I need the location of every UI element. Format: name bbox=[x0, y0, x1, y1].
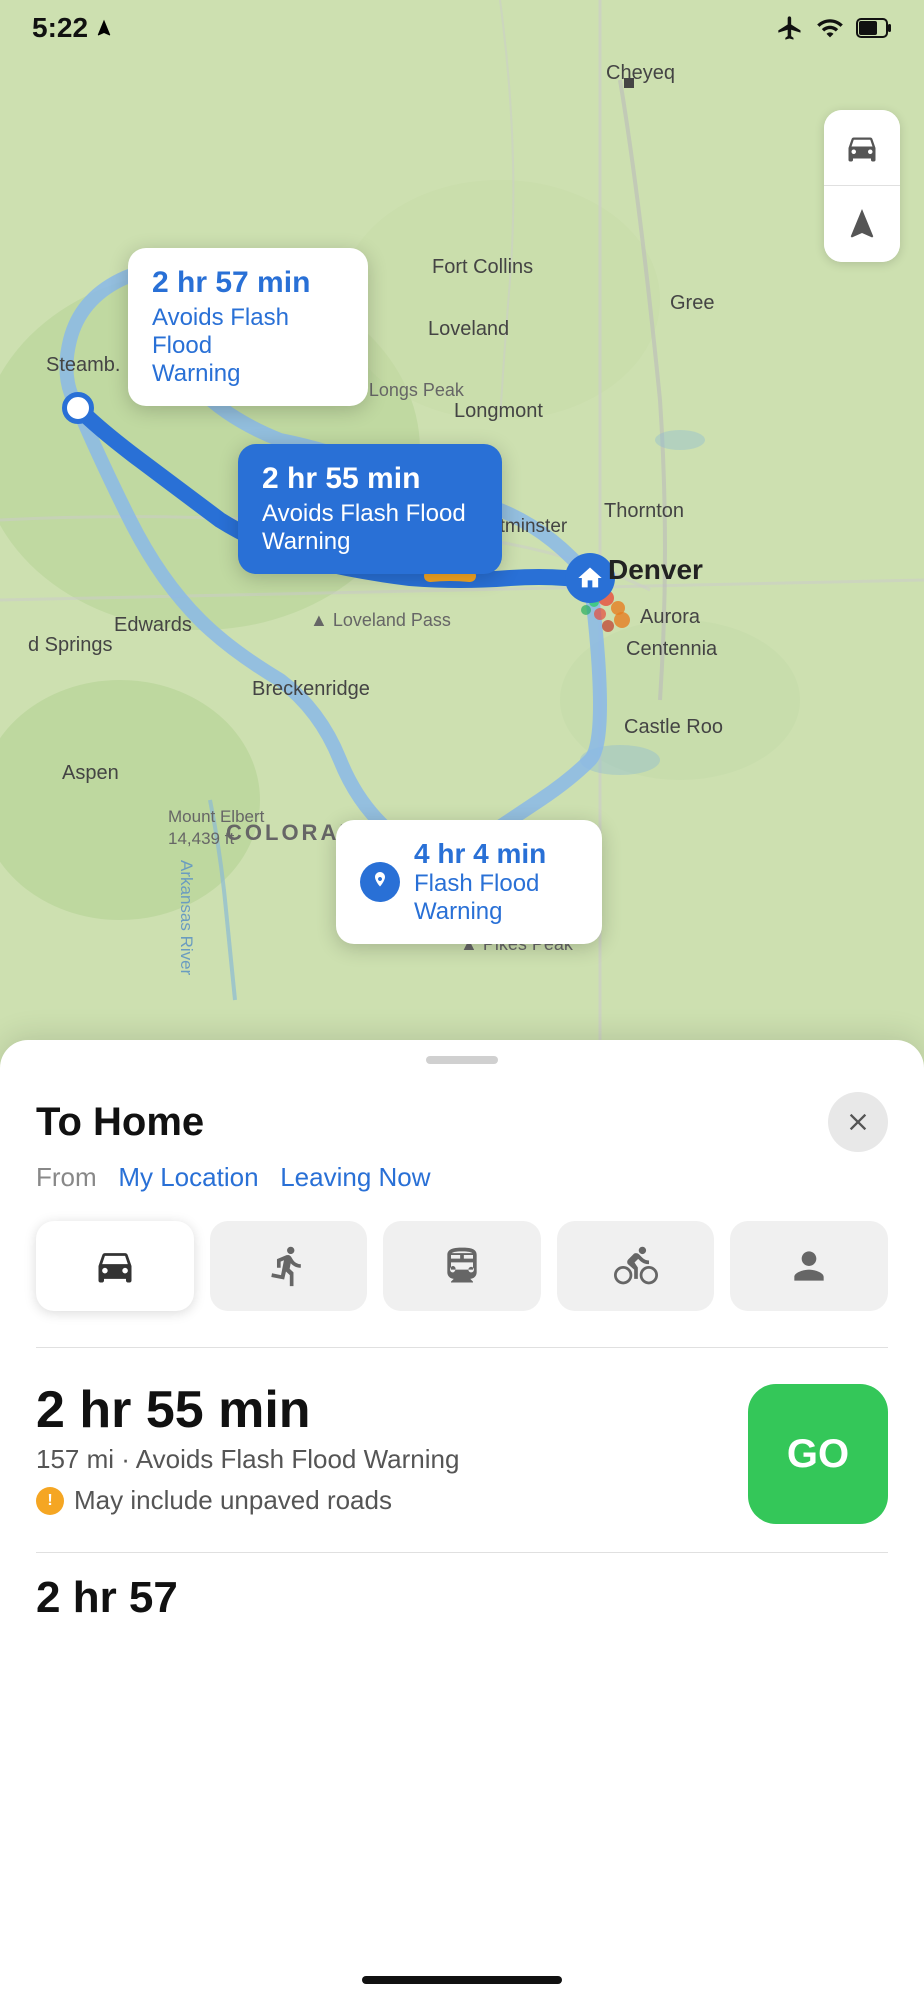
place-label-aspen: Aspen bbox=[62, 762, 119, 785]
sheet-header: To Home bbox=[36, 1092, 888, 1152]
place-label-centennial: Centennia bbox=[626, 638, 717, 661]
go-button[interactable]: GO bbox=[748, 1384, 888, 1524]
flood-icon bbox=[360, 862, 400, 902]
place-label-fortcollins: Fort Collins bbox=[432, 256, 533, 279]
alt-route: 2 hr 57 bbox=[36, 1573, 888, 1623]
home-indicator bbox=[362, 1976, 562, 1984]
place-label-lovelandpass: ▲ Loveland Pass bbox=[310, 610, 451, 631]
callout-route2[interactable]: 2 hr 55 min Avoids Flash FloodWarning bbox=[238, 444, 502, 574]
place-label-arkansas: Arkansas River bbox=[176, 860, 196, 975]
divider2 bbox=[36, 1552, 888, 1553]
map-controls bbox=[824, 110, 900, 262]
cheyenne-dot bbox=[624, 78, 634, 88]
status-bar: 5:22 bbox=[0, 0, 924, 56]
my-location-link[interactable]: My Location bbox=[118, 1162, 258, 1192]
primary-route: 2 hr 55 min 157 mi · Avoids Flash Flood … bbox=[36, 1384, 888, 1524]
sheet-title: To Home bbox=[36, 1100, 204, 1145]
airplane-icon bbox=[776, 14, 804, 42]
mode-walk-button[interactable] bbox=[210, 1221, 368, 1311]
mode-transit-button[interactable] bbox=[383, 1221, 541, 1311]
callout1-sub: Avoids Flash FloodWarning bbox=[152, 304, 344, 388]
place-label-dsprings: d Springs bbox=[28, 634, 113, 657]
mode-bike-button[interactable] bbox=[557, 1221, 715, 1311]
battery-icon bbox=[856, 17, 892, 39]
leaving-now-link[interactable]: Leaving Now bbox=[280, 1162, 430, 1192]
close-button[interactable] bbox=[828, 1092, 888, 1152]
route-details: 157 mi · Avoids Flash Flood Warning bbox=[36, 1444, 459, 1475]
place-label-denver: Denver bbox=[608, 554, 703, 586]
place-label-steamboat: Steamb. bbox=[46, 354, 120, 377]
status-time: 5:22 bbox=[32, 12, 114, 44]
callout-route1[interactable]: 2 hr 57 min Avoids Flash FloodWarning bbox=[128, 248, 368, 406]
status-icons bbox=[776, 14, 892, 42]
place-label-gree: Gree bbox=[670, 292, 714, 315]
sheet-handle bbox=[426, 1056, 498, 1064]
place-label-cheyenne: Cheyeq bbox=[606, 62, 675, 85]
callout2-sub: Avoids Flash FloodWarning bbox=[262, 500, 478, 556]
place-label-edwards: Edwards bbox=[114, 614, 192, 637]
callout2-time: 2 hr 55 min bbox=[262, 462, 478, 496]
route-info: 2 hr 55 min 157 mi · Avoids Flash Flood … bbox=[36, 1384, 459, 1516]
callout3-text: 4 hr 4 min Flash Flood Warning bbox=[414, 838, 578, 926]
mode-person-button[interactable] bbox=[730, 1221, 888, 1311]
place-label-thornton: Thornton bbox=[604, 500, 684, 523]
map-area[interactable]: Steamb. Fort Collins Loveland Gree Longm… bbox=[0, 0, 924, 1080]
place-label-longmont: Longmont bbox=[454, 400, 543, 423]
route-warning: ! May include unpaved roads bbox=[36, 1485, 459, 1516]
center-location-button[interactable] bbox=[824, 186, 900, 262]
place-label-loveland: Loveland bbox=[428, 318, 509, 341]
bottom-sheet: To Home From My Location Leaving Now bbox=[0, 1040, 924, 2000]
divider1 bbox=[36, 1347, 888, 1348]
place-label-castlerock: Castle Roo bbox=[624, 716, 723, 739]
sheet-from: From My Location Leaving Now bbox=[36, 1162, 888, 1193]
location-arrow-icon bbox=[94, 18, 114, 38]
transport-modes bbox=[36, 1221, 888, 1311]
warning-icon: ! bbox=[36, 1487, 64, 1515]
callout-route3[interactable]: 4 hr 4 min Flash Flood Warning bbox=[336, 820, 602, 944]
drive-mode-button[interactable] bbox=[824, 110, 900, 186]
callout1-time: 2 hr 57 min bbox=[152, 266, 344, 300]
place-label-breckenridge: Breckenridge bbox=[252, 678, 370, 701]
route-time: 2 hr 55 min bbox=[36, 1384, 459, 1436]
place-label-aurora: Aurora bbox=[640, 606, 700, 629]
wifi-icon bbox=[816, 14, 844, 42]
origin-marker bbox=[62, 392, 94, 424]
mode-drive-button[interactable] bbox=[36, 1221, 194, 1311]
